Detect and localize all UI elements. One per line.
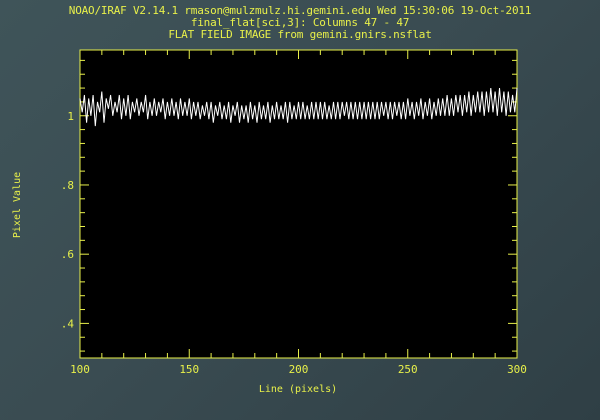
x-tick-label: 300 (507, 363, 527, 376)
x-tick-label: 200 (289, 363, 309, 376)
x-tick-label: 250 (398, 363, 418, 376)
y-tick-label: .6 (61, 248, 74, 261)
y-axis-label: Pixel Value (12, 172, 23, 238)
y-tick-label: .4 (61, 317, 75, 330)
flat-field-plot: 100 150 200 250 300 .4 .6 .8 1 Line (pixels) Pix… (12, 49, 527, 395)
y-tick-label: .8 (61, 179, 74, 192)
x-axis-label: Line (pixels) (259, 384, 337, 395)
x-tick-label: 150 (179, 363, 199, 376)
x-tick-label: 100 (70, 363, 90, 376)
y-tick-label: 1 (67, 110, 74, 123)
iraf-graphics-window: NOAO/IRAF V2.14.1 rmason@mulzmulz.hi.gem… (0, 0, 600, 420)
